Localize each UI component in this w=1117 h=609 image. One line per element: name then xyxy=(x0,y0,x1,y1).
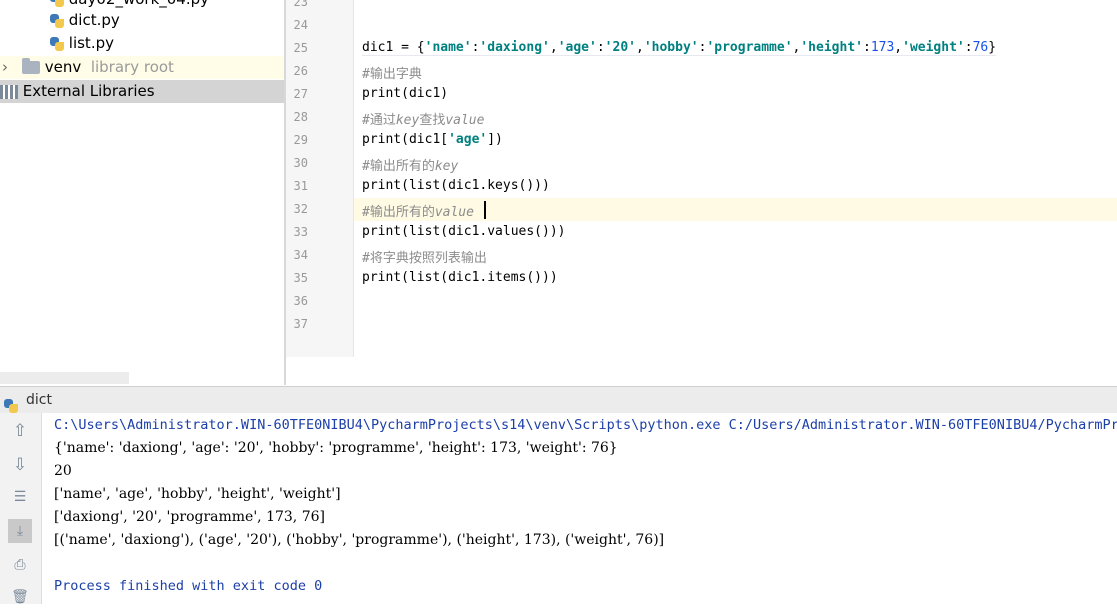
python-file-icon xyxy=(50,13,64,28)
code-line-25: dic1 = {'name':'daxiong','age':'20','hob… xyxy=(362,40,997,56)
library-icon xyxy=(0,84,18,99)
folder-icon xyxy=(22,58,40,74)
console-toolbar: ⇧ ⇩ ☰ ⤓ ⎙ 🗑 xyxy=(0,413,42,605)
console-line: [('name', 'daxiong'), ('age', '20'), ('h… xyxy=(54,532,665,548)
trash-icon[interactable]: 🗑 xyxy=(8,585,32,609)
python-file-icon xyxy=(50,36,64,51)
line-number: 24 xyxy=(293,18,308,32)
line-number-gutter: 23 24 25 26 27 28 29 30 31 32 33 34 35 3… xyxy=(286,0,354,357)
external-libraries-label: External Libraries xyxy=(22,82,155,100)
down-arrow-icon[interactable]: ⇩ xyxy=(8,453,32,477)
project-item-external-libraries[interactable]: External Libraries xyxy=(0,80,284,103)
code-line-35: print(list(dic1.items())) xyxy=(362,270,558,285)
code-line-30: #输出所有的key xyxy=(362,159,459,174)
project-item-list[interactable]: list.py xyxy=(0,32,284,55)
line-number: 31 xyxy=(293,179,308,193)
line-number: 35 xyxy=(293,271,308,285)
library-root-note: library root xyxy=(90,58,174,76)
print-icon[interactable]: ⎙ xyxy=(8,553,32,577)
soft-wrap-icon[interactable]: ☰ xyxy=(8,485,32,509)
line-number: 23 xyxy=(293,0,308,9)
code-line-27: print(dic1) xyxy=(362,86,449,101)
code-line-33: print(list(dic1.values())) xyxy=(362,224,566,239)
line-number: 30 xyxy=(293,156,308,170)
venv-label: venv xyxy=(44,58,82,76)
code-line-29: print(dic1['age']) xyxy=(362,132,503,147)
console-line: 20 xyxy=(54,463,72,479)
line-number: 28 xyxy=(293,110,308,124)
expand-arrow-icon[interactable]: › xyxy=(2,56,8,79)
run-tab-label: dict xyxy=(26,392,52,408)
console-line-command: C:\Users\Administrator.WIN-60TFE0NIBU4\P… xyxy=(54,417,1117,433)
project-item-venv[interactable]: › venv library root xyxy=(0,56,284,79)
code-editor[interactable]: 23 24 25 26 27 28 29 30 31 32 33 34 35 3… xyxy=(286,0,1117,385)
console-line: {'name': 'daxiong', 'age': '20', 'hobby'… xyxy=(54,440,618,456)
line-number: 27 xyxy=(293,87,308,101)
python-file-icon xyxy=(4,399,18,413)
scroll-to-end-icon[interactable]: ⤓ xyxy=(8,519,32,543)
text-caret xyxy=(484,201,486,219)
python-file-icon xyxy=(50,0,64,7)
line-number: 32 xyxy=(293,202,308,216)
line-number: 37 xyxy=(293,317,308,331)
line-number: 26 xyxy=(293,64,308,78)
line-number: 33 xyxy=(293,225,308,239)
project-item-dict[interactable]: dict.py xyxy=(0,9,284,32)
project-item-label: dict.py xyxy=(68,11,120,29)
line-number: 34 xyxy=(293,248,308,262)
run-console: dict ⇧ ⇩ ☰ ⤓ ⎙ 🗑 C:\Users\Administrator.… xyxy=(0,386,1117,605)
console-line: ['name', 'age', 'hobby', 'height', 'weig… xyxy=(54,486,341,502)
code-line-31: print(list(dic1.keys())) xyxy=(362,178,550,193)
console-line-exit: Process finished with exit code 0 xyxy=(54,578,323,594)
project-item-label: day02_work_04.py xyxy=(69,0,209,8)
console-line: ['daxiong', '20', 'programme', 173, 76] xyxy=(54,509,325,525)
project-item-label: list.py xyxy=(68,34,114,52)
code-line-26: #输出字典 xyxy=(362,67,422,82)
line-number: 36 xyxy=(293,294,308,308)
run-tab[interactable]: dict xyxy=(0,387,1117,413)
line-number: 25 xyxy=(293,41,308,55)
code-line-32: #输出所有的value xyxy=(362,205,474,220)
up-arrow-icon[interactable]: ⇧ xyxy=(8,419,32,443)
project-panel: day02_work_04.py dict.py list.py › venv … xyxy=(0,0,284,385)
horizontal-scrollbar[interactable] xyxy=(0,372,129,384)
code-line-28: #通过key查找value xyxy=(362,113,485,128)
code-line-34: #将字典按照列表输出 xyxy=(362,251,487,266)
line-number: 29 xyxy=(293,133,308,147)
